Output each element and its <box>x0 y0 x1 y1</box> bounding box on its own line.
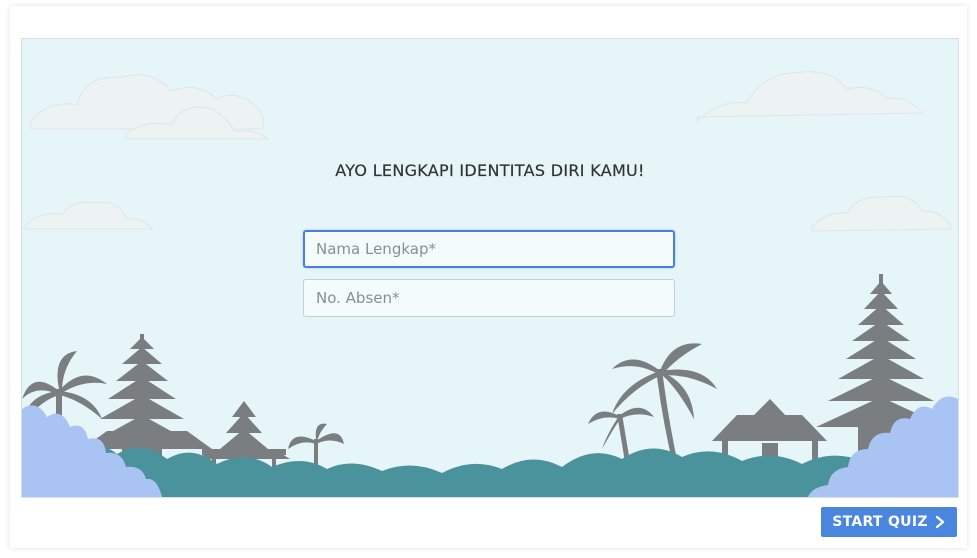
quiz-stage: AYO LENGKAPI IDENTITAS DIRI KAMU! <box>21 38 959 498</box>
full-name-input[interactable] <box>303 230 675 268</box>
attendance-number-input[interactable] <box>303 279 675 317</box>
bali-landscape-illustration <box>22 71 958 497</box>
chevron-right-icon <box>934 515 946 529</box>
start-quiz-button[interactable]: START QUIZ <box>821 507 957 537</box>
form-heading: AYO LENGKAPI IDENTITAS DIRI KAMU! <box>335 161 645 180</box>
clouds <box>23 71 953 232</box>
start-quiz-label: START QUIZ <box>832 514 928 530</box>
